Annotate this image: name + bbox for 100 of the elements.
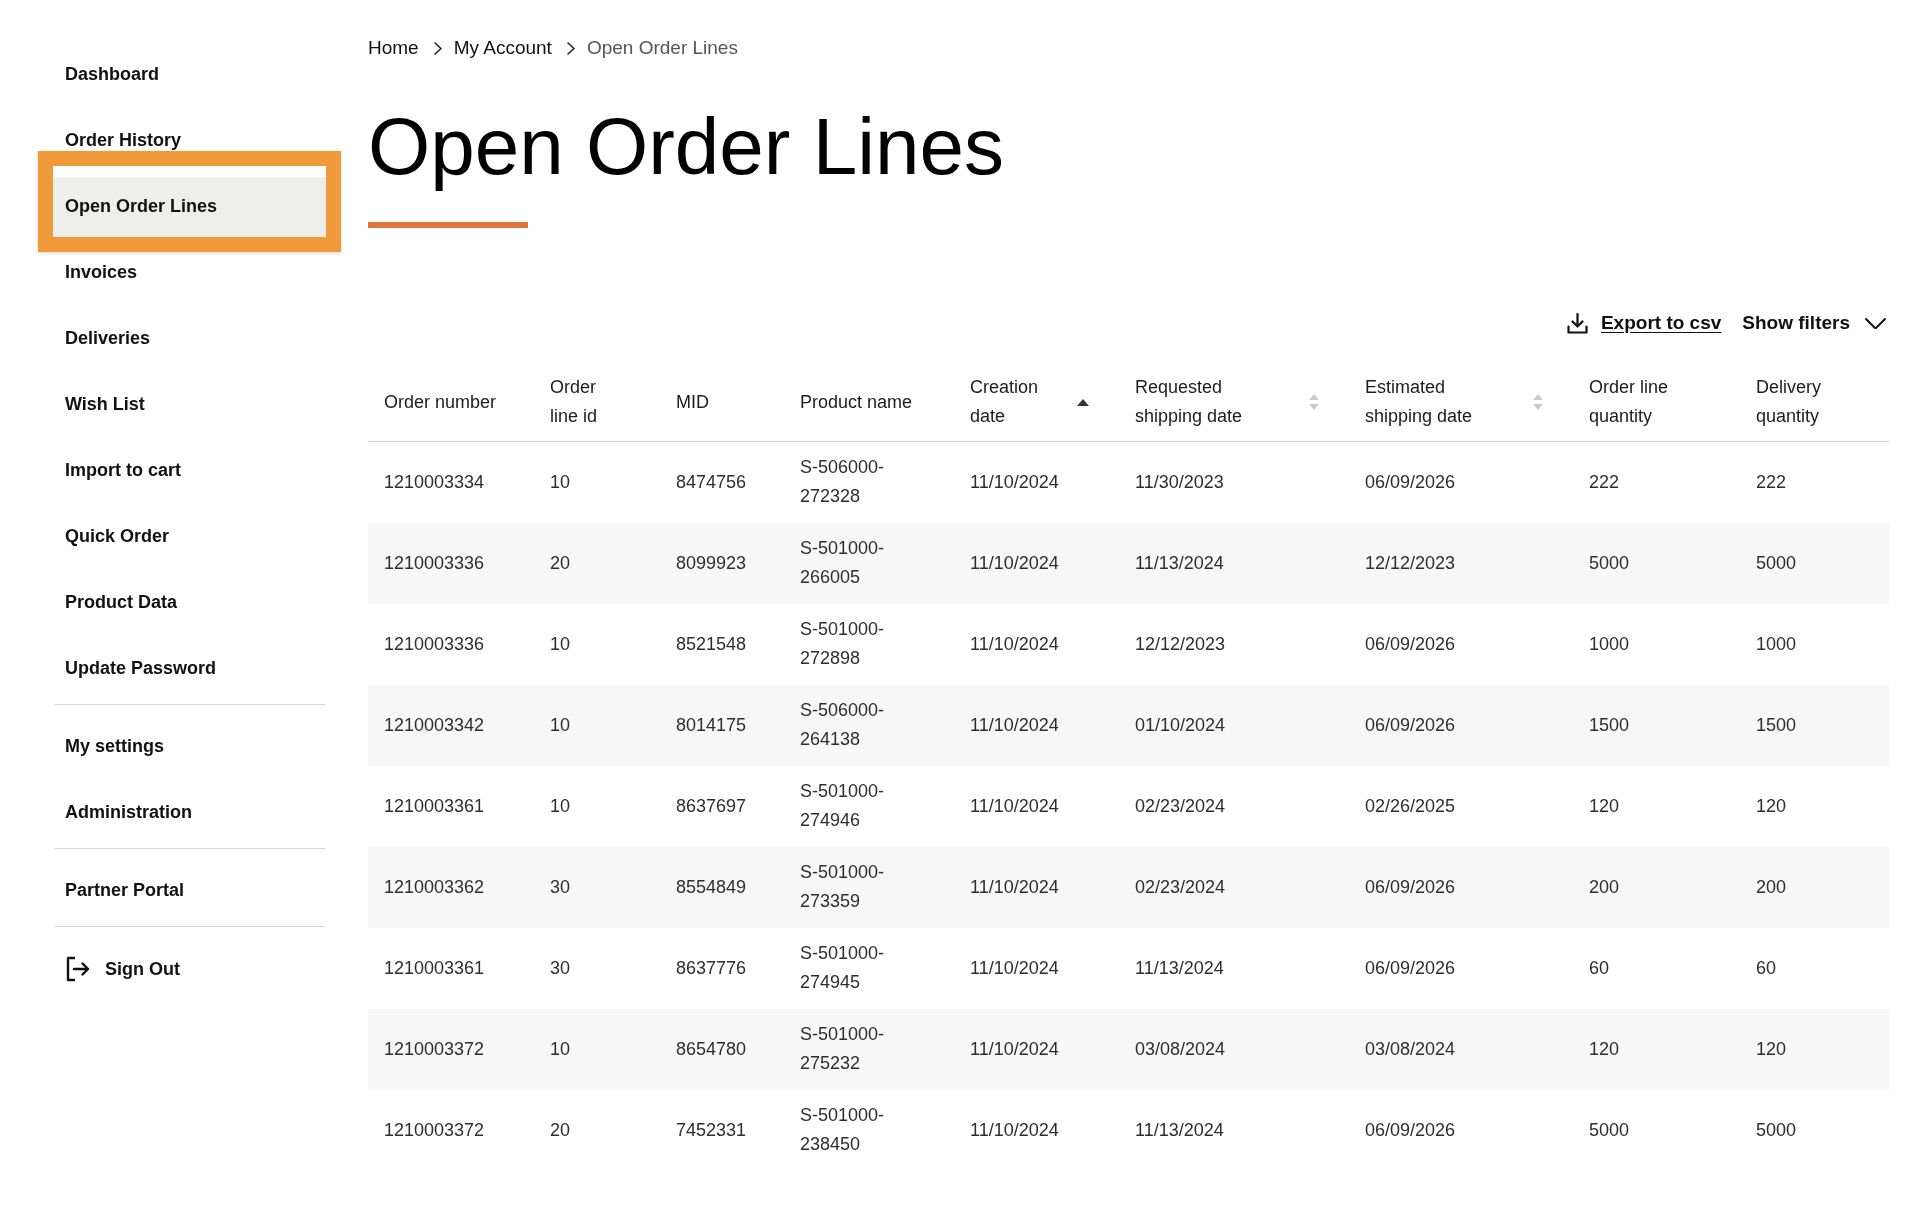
table-cell: 10	[534, 1008, 660, 1090]
table-cell: 1210003336	[368, 603, 534, 685]
table-cell: 120	[1573, 1008, 1740, 1090]
table-cell: 01/10/2024	[1119, 684, 1349, 766]
export-link[interactable]: Export to csv	[1566, 308, 1722, 338]
table-cell: 02/26/2025	[1349, 765, 1573, 847]
table-cell: 10	[534, 684, 660, 766]
column-header[interactable]: Requested shipping date	[1135, 373, 1319, 431]
sort-up-icon	[1077, 398, 1089, 406]
table-cell: 11/13/2024	[1119, 522, 1349, 604]
sidebar-link[interactable]: Open Order Lines	[38, 151, 341, 252]
column-header: Order line id	[550, 376, 599, 428]
column-header: Order line quantity	[1589, 376, 1670, 428]
table-cell: 11/10/2024	[954, 846, 1119, 928]
table-cell: 8014175	[660, 684, 784, 766]
sidebar-link[interactable]: Product Data	[55, 590, 325, 614]
table-cell: 8099923	[660, 522, 784, 604]
table-cell: 06/09/2026	[1349, 1089, 1573, 1171]
table-cell: S-501000-238450	[784, 1089, 954, 1171]
sign-out-icon	[65, 956, 90, 982]
sidebar-link[interactable]: Quick Order	[55, 524, 325, 548]
column-header[interactable]: Estimated shipping date	[1365, 373, 1543, 431]
sidebar-link[interactable]: Dashboard	[55, 62, 325, 86]
sidebar-link[interactable]: Sign Out	[55, 956, 325, 982]
breadcrumb-link[interactable]: My Account	[453, 36, 552, 60]
breadcrumb-current: Open Order Lines	[586, 36, 738, 60]
table-cell: 12/12/2023	[1349, 522, 1573, 604]
table-cell: 11/10/2024	[954, 522, 1119, 604]
filters-button[interactable]: Show filters	[1742, 308, 1886, 338]
table-cell: 8654780	[660, 1008, 784, 1090]
table-cell: 5000	[1740, 522, 1889, 604]
table-cell: 1210003362	[368, 846, 534, 928]
table-cell: 1210003334	[368, 441, 534, 523]
table-cell: 5000	[1740, 1089, 1889, 1171]
table-cell: 06/09/2026	[1349, 846, 1573, 928]
table-cell: 60	[1740, 927, 1889, 1009]
table-cell: S-501000-272898	[784, 603, 954, 685]
table-cell: 8521548	[660, 603, 784, 685]
table-cell: 12/12/2023	[1119, 603, 1349, 685]
table-cell: 10	[534, 603, 660, 685]
table-cell: 30	[534, 846, 660, 928]
table-cell: 1210003336	[368, 522, 534, 604]
table-cell: 11/13/2024	[1119, 927, 1349, 1009]
sidebar-link[interactable]: Wish List	[55, 392, 325, 416]
sidebar-link[interactable]: Partner Portal	[55, 878, 325, 902]
download-icon	[1566, 312, 1588, 334]
table-cell: 1000	[1740, 603, 1889, 685]
table-cell: 11/10/2024	[954, 603, 1119, 685]
sidebar-link[interactable]: Administration	[55, 800, 325, 824]
table-cell: 30	[534, 927, 660, 1009]
sidebar-link[interactable]: Order History	[55, 128, 325, 152]
table-cell: 11/10/2024	[954, 1089, 1119, 1171]
table-cell: 11/10/2024	[954, 765, 1119, 847]
sidebar-link[interactable]: Deliveries	[55, 326, 325, 350]
sidebar-link[interactable]: Update Password	[55, 656, 325, 680]
table-cell: 8474756	[660, 441, 784, 523]
table-cell: S-506000-264138	[784, 684, 954, 766]
table-cell: 11/10/2024	[954, 1008, 1119, 1090]
chevron-right-icon	[433, 41, 442, 55]
table-cell: 10	[534, 765, 660, 847]
table-cell: 06/09/2026	[1349, 603, 1573, 685]
table-cell: S-501000-274945	[784, 927, 954, 1009]
table-cell: 200	[1740, 846, 1889, 928]
breadcrumb-link[interactable]: Home	[368, 36, 419, 60]
table-cell: 11/10/2024	[954, 441, 1119, 523]
table-cell: 1210003342	[368, 684, 534, 766]
table-cell: 1500	[1740, 684, 1889, 766]
table-cell: S-501000-275232	[784, 1008, 954, 1090]
table-cell: 03/08/2024	[1349, 1008, 1573, 1090]
table-cell: 1210003372	[368, 1008, 534, 1090]
table-cell: 60	[1573, 927, 1740, 1009]
sidebar-link[interactable]: Import to cart	[55, 458, 325, 482]
table-cell: 120	[1740, 1008, 1889, 1090]
column-header: Order number	[384, 390, 497, 414]
table-cell: 120	[1740, 765, 1889, 847]
table-cell: 1210003361	[368, 927, 534, 1009]
table-cell: 1500	[1573, 684, 1740, 766]
sort-icon	[1309, 394, 1319, 410]
column-header: MID	[676, 390, 709, 414]
table-cell: 222	[1740, 441, 1889, 523]
table-cell: 03/08/2024	[1119, 1008, 1349, 1090]
table-cell: 02/23/2024	[1119, 846, 1349, 928]
table-cell: 11/30/2023	[1119, 441, 1349, 523]
table-cell: 06/09/2026	[1349, 927, 1573, 1009]
column-header[interactable]: Creation date	[970, 373, 1089, 431]
table-cell: 8554849	[660, 846, 784, 928]
table-cell: 20	[534, 1089, 660, 1171]
table-cell: 7452331	[660, 1089, 784, 1171]
table-cell: 200	[1573, 846, 1740, 928]
table-cell: S-501000-274946	[784, 765, 954, 847]
sort-icon	[1533, 394, 1543, 410]
table-cell: S-501000-273359	[784, 846, 954, 928]
column-header: Delivery quantity	[1756, 376, 1822, 428]
table-cell: 11/13/2024	[1119, 1089, 1349, 1171]
column-header: Product name	[800, 390, 913, 414]
table-cell: 11/10/2024	[954, 684, 1119, 766]
sidebar-link[interactable]: Invoices	[55, 260, 325, 284]
table-cell: 5000	[1573, 1089, 1740, 1171]
table-cell: 10	[534, 441, 660, 523]
sidebar-link[interactable]: My settings	[55, 734, 325, 758]
